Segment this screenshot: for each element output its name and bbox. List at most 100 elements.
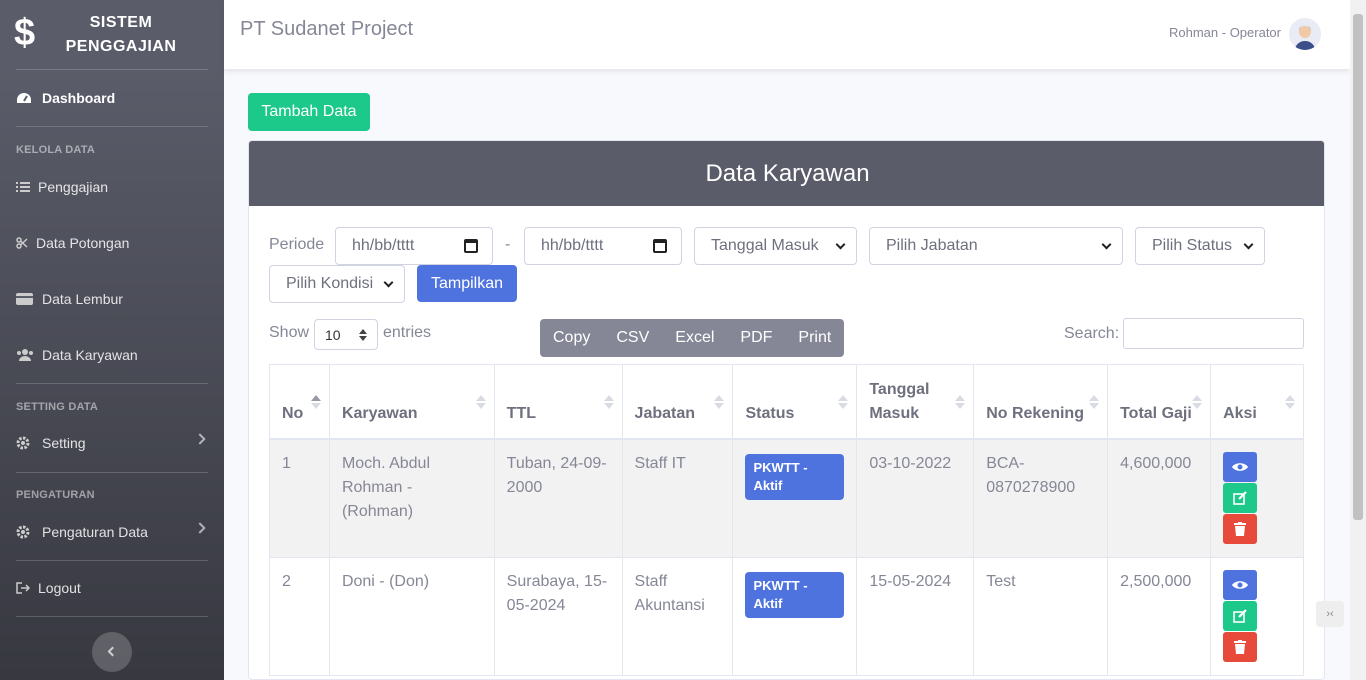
cell-karyawan: Doni - (Don) <box>328 556 495 676</box>
show-button[interactable]: Tampilkan <box>417 265 517 302</box>
search-input[interactable] <box>1123 318 1304 349</box>
table-row: 2 Doni - (Don) Surabaya, 15-05-2024 Staf… <box>269 556 1304 676</box>
section-heading-setting: SETTING DATA <box>16 401 99 413</box>
cell-status: PKWTT - Aktif <box>732 438 858 558</box>
column-header-status[interactable]: Status <box>732 364 858 440</box>
column-header-masuk[interactable]: Tanggal Masuk <box>856 364 975 440</box>
floating-widget-icon[interactable]: ›‹ <box>1316 601 1344 627</box>
edit-button[interactable] <box>1223 600 1258 631</box>
divider <box>16 383 208 384</box>
chevron-down-icon <box>383 277 394 288</box>
divider <box>16 126 208 127</box>
column-header-ttl[interactable]: TTL <box>493 364 623 440</box>
topbar: PT Sudanet Project Rohman - Operator <box>224 0 1350 69</box>
chevron-down-icon <box>1101 239 1112 250</box>
cell-status: PKWTT - Aktif <box>732 556 858 676</box>
column-header-rekening[interactable]: No Rekening <box>973 364 1109 440</box>
date-to-input[interactable]: hh/bb/tttt <box>524 227 682 265</box>
cell-no: 2 <box>269 556 330 676</box>
chevron-right-icon <box>194 433 206 445</box>
cell-aksi <box>1210 438 1304 558</box>
sidebar-toggle-button[interactable] <box>92 632 132 672</box>
brand-line2: PENGGAJIAN <box>65 38 177 55</box>
print-button[interactable]: Print <box>785 319 844 357</box>
date-from-input[interactable]: hh/bb/tttt <box>335 227 493 265</box>
column-header-jabatan[interactable]: Jabatan <box>621 364 734 440</box>
brand-line1: SISTEM <box>89 14 153 31</box>
length-select-value: 10 <box>325 326 341 343</box>
cell-masuk: 15-05-2024 <box>856 556 975 676</box>
brand[interactable]: $ SISTEM PENGGAJIAN <box>0 0 224 70</box>
edit-button[interactable] <box>1223 482 1258 513</box>
length-entries-label: entries <box>383 324 432 341</box>
sort-icon <box>475 395 486 409</box>
employee-card: Data Karyawan Periode hh/bb/tttt - hh/bb… <box>248 140 1325 680</box>
kondisi-select-value: Pilih Kondisi <box>286 275 374 292</box>
sidebar-item-label: Data Potongan <box>36 235 130 251</box>
date-from-value: hh/bb/tttt <box>352 237 415 254</box>
delete-button[interactable] <box>1223 513 1258 544</box>
sidebar-item-pengaturan[interactable]: Pengaturan Data <box>16 520 208 544</box>
cell-ttl: Tuban, 24-09-2000 <box>493 438 623 558</box>
view-button[interactable] <box>1223 569 1258 600</box>
date-separator: - <box>505 236 511 253</box>
sort-icon <box>838 395 849 409</box>
gear-icon <box>16 436 34 450</box>
delete-button[interactable] <box>1223 631 1258 662</box>
sort-icon <box>955 395 966 409</box>
credit-card-icon <box>16 292 34 306</box>
status-badge: PKWTT - Aktif <box>745 571 845 618</box>
calendar-icon[interactable] <box>653 239 667 253</box>
page-scrollbar[interactable] <box>1350 0 1366 680</box>
divider <box>16 472 208 473</box>
list-icon <box>16 180 30 194</box>
sidebar-item-logout[interactable]: Logout <box>16 576 208 600</box>
copy-button[interactable]: Copy <box>540 319 603 357</box>
calendar-icon[interactable] <box>464 239 478 253</box>
sidebar-item-lembur[interactable]: Data Lembur <box>16 287 208 311</box>
eye-icon <box>1232 462 1249 471</box>
sidebar-item-label: Penggajian <box>38 179 109 195</box>
jabatan-select-value: Pilih Jabatan <box>886 237 978 254</box>
sort-icon <box>1192 395 1203 409</box>
sidebar-item-karyawan[interactable]: Data Karyawan <box>16 343 208 367</box>
pdf-button[interactable]: PDF <box>727 319 785 357</box>
tanggal-select[interactable]: Tanggal Masuk <box>694 227 857 265</box>
sidebar-item-label: Pengaturan Data <box>42 524 148 540</box>
add-data-button[interactable]: Tambah Data <box>248 93 370 131</box>
avatar[interactable] <box>1289 18 1321 50</box>
sidebar-item-penggajian[interactable]: Penggajian <box>16 175 208 199</box>
length-select[interactable]: 10 <box>314 319 378 350</box>
cell-jabatan: Staff Akuntansi <box>621 556 734 676</box>
sign-out-icon <box>16 581 31 595</box>
excel-button[interactable]: Excel <box>662 319 727 357</box>
cell-aksi <box>1210 556 1304 676</box>
csv-button[interactable]: CSV <box>603 319 662 357</box>
sort-icon <box>359 329 367 341</box>
user-name[interactable]: Rohman - Operator <box>1169 25 1281 40</box>
cell-gaji: 2,500,000 <box>1107 556 1212 676</box>
sidebar-item-label: Dashboard <box>42 90 116 106</box>
divider <box>16 560 208 561</box>
column-header-gaji[interactable]: Total Gaji <box>1107 364 1212 440</box>
cell-no: 1 <box>269 438 330 558</box>
column-header-karyawan[interactable]: Karyawan <box>328 364 495 440</box>
scrollbar-thumb[interactable] <box>1353 14 1363 520</box>
cell-ttl: Surabaya, 15-05-2024 <box>493 556 623 676</box>
status-select[interactable]: Pilih Status <box>1135 227 1265 265</box>
cell-gaji: 4,600,000 <box>1107 438 1212 558</box>
view-button[interactable] <box>1223 451 1258 482</box>
column-header-no[interactable]: No <box>269 364 330 440</box>
section-heading-pengaturan: PENGATURAN <box>16 489 95 501</box>
section-heading-kelola: KELOLA DATA <box>16 144 95 156</box>
sidebar-item-potongan[interactable]: Data Potongan <box>16 231 208 255</box>
jabatan-select[interactable]: Pilih Jabatan <box>869 227 1123 265</box>
table-header-row: No Karyawan TTL Jabatan Status Tanggal M… <box>269 364 1304 440</box>
trash-icon <box>1234 639 1247 654</box>
sidebar-item-label: Data Karyawan <box>42 347 138 363</box>
edit-icon <box>1233 490 1247 505</box>
sidebar-item-dashboard[interactable]: Dashboard <box>16 86 208 110</box>
column-header-aksi[interactable]: Aksi <box>1210 364 1304 440</box>
sidebar-item-setting[interactable]: Setting <box>16 431 208 455</box>
kondisi-select[interactable]: Pilih Kondisi <box>269 265 405 303</box>
